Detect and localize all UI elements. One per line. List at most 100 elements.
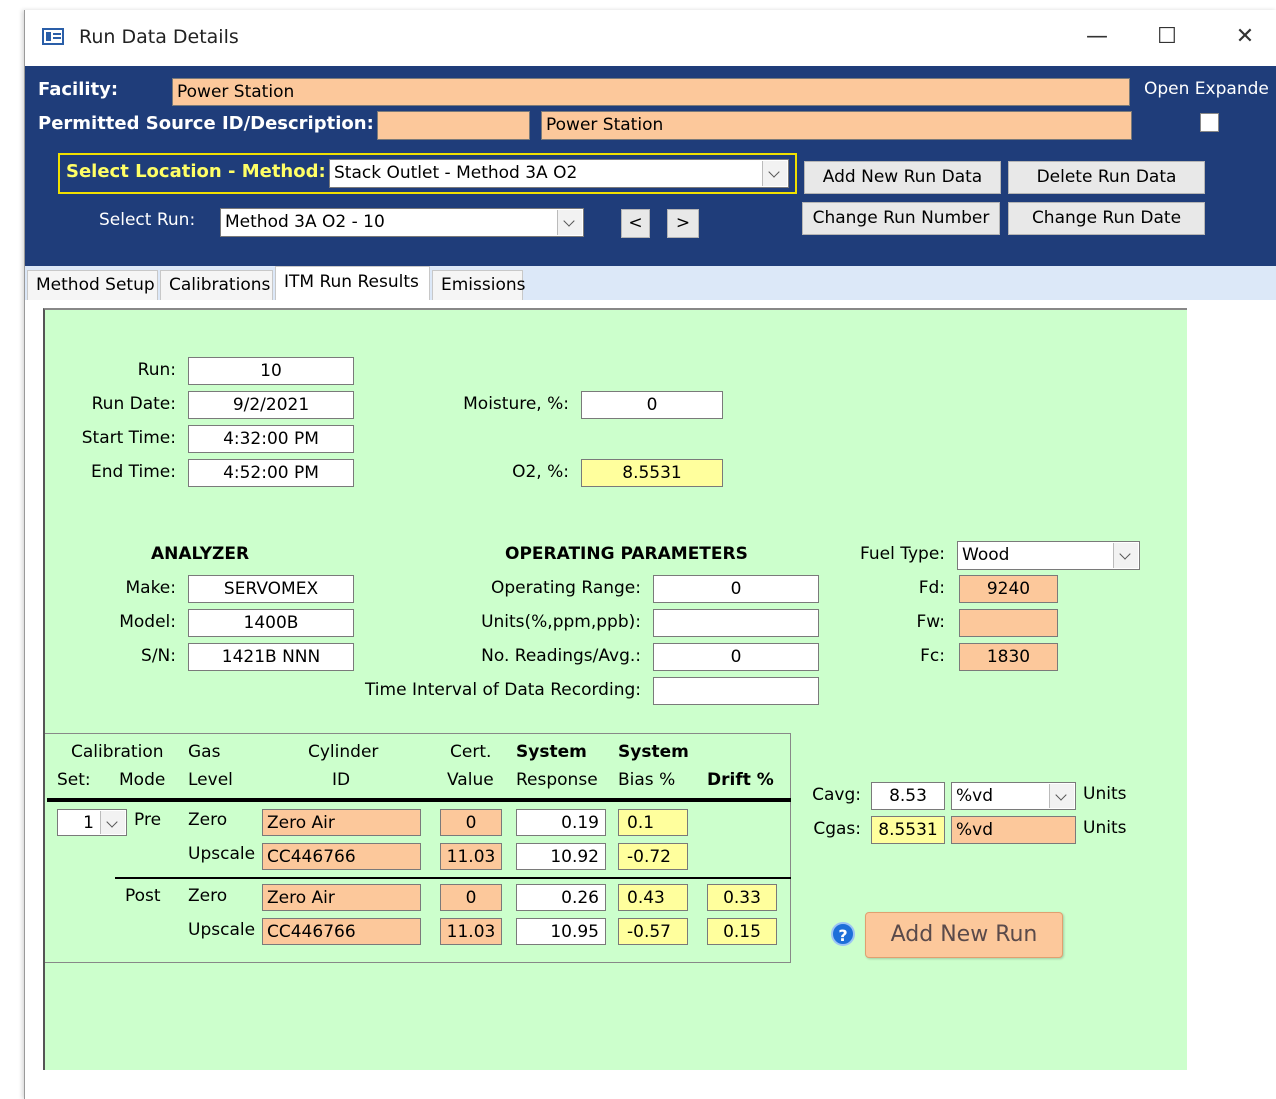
- pre-upscale-cylinder-field[interactable]: CC446766: [262, 843, 421, 870]
- end-time-field[interactable]: 4:52:00 PM: [188, 459, 354, 487]
- delete-run-data-button[interactable]: Delete Run Data: [1008, 161, 1205, 194]
- post-zero-cylinder-field[interactable]: Zero Air: [262, 884, 421, 911]
- post-zero-response-field[interactable]: 0.26: [516, 884, 606, 911]
- add-new-run-button[interactable]: Add New Run: [865, 912, 1063, 958]
- post-upscale-cylinder-field[interactable]: CC446766: [262, 918, 421, 945]
- make-label: Make:: [125, 578, 176, 598]
- run-date-label: Run Date:: [91, 394, 176, 414]
- post-upscale-drift-field[interactable]: 0.15: [707, 918, 777, 945]
- run-date-field[interactable]: 9/2/2021: [188, 391, 354, 419]
- bias-header-top: System: [618, 742, 689, 762]
- readings-per-avg-field[interactable]: 0: [653, 643, 819, 671]
- calibration-set-combo[interactable]: 1: [57, 809, 127, 836]
- post-zero-cert-field[interactable]: 0: [440, 884, 502, 911]
- fuel-type-combo[interactable]: Wood: [957, 541, 1140, 570]
- select-run-combo[interactable]: Method 3A O2 - 10: [220, 208, 584, 237]
- pre-zero-cylinder-field[interactable]: Zero Air: [262, 809, 421, 836]
- cavg-units-label: Units: [1083, 784, 1127, 804]
- select-location-value: Stack Outlet - Method 3A O2: [334, 163, 578, 183]
- tab-calibrations[interactable]: Calibrations: [160, 270, 273, 300]
- analyzer-heading: ANALYZER: [151, 544, 250, 564]
- operating-range-label: Operating Range:: [490, 578, 641, 598]
- time-interval-field[interactable]: [653, 677, 819, 705]
- run-data-details-window: Run Data Details — ☐ ✕ Facility: Power S…: [24, 10, 1276, 1099]
- pre-upscale-response-field[interactable]: 10.92: [516, 843, 606, 870]
- o2-field[interactable]: 8.5531: [581, 459, 723, 487]
- post-upscale-bias-field[interactable]: -0.57: [618, 918, 688, 945]
- pre-zero-cert-field[interactable]: 0: [440, 809, 502, 836]
- chevron-down-icon[interactable]: [1049, 784, 1074, 808]
- sn-label: S/N:: [141, 646, 176, 666]
- calibration-header-top: Calibration: [71, 742, 164, 762]
- cgas-units-label: Units: [1083, 818, 1127, 838]
- post-zero-bias-field[interactable]: 0.43: [618, 884, 688, 911]
- chevron-down-icon[interactable]: [557, 210, 582, 235]
- form-icon: [42, 28, 64, 45]
- add-new-run-data-button[interactable]: Add New Run Data: [804, 161, 1001, 194]
- fd-label: Fd:: [918, 578, 945, 598]
- make-field[interactable]: SERVOMEX: [188, 575, 354, 603]
- select-location-combo[interactable]: Stack Outlet - Method 3A O2: [329, 159, 789, 188]
- help-icon[interactable]: ?: [831, 922, 855, 946]
- model-field[interactable]: 1400B: [188, 609, 354, 637]
- cylinder-id-header: ID: [332, 770, 351, 790]
- cgas-field[interactable]: 8.5531: [871, 816, 945, 844]
- o2-label: O2, %:: [512, 462, 569, 482]
- operating-range-field[interactable]: 0: [653, 575, 819, 603]
- cert-value-header: Value: [447, 770, 494, 790]
- next-run-button[interactable]: >: [667, 209, 699, 238]
- units-field[interactable]: [653, 609, 819, 637]
- minimize-button[interactable]: —: [1077, 20, 1117, 54]
- change-run-date-button[interactable]: Change Run Date: [1008, 202, 1205, 235]
- sn-field[interactable]: 1421B NNN: [188, 643, 354, 671]
- chevron-down-icon[interactable]: [1113, 543, 1138, 568]
- units-label: Units(%,ppm,ppb):: [481, 612, 641, 632]
- model-label: Model:: [119, 612, 176, 632]
- cavg-label: Cavg:: [812, 785, 861, 805]
- calibration-set-value: 1: [83, 813, 94, 833]
- fw-field[interactable]: [959, 609, 1058, 637]
- chevron-down-icon[interactable]: [762, 161, 787, 186]
- post-upscale-level: Upscale: [188, 920, 256, 940]
- chevron-down-icon[interactable]: [100, 811, 125, 834]
- post-upscale-cert-field[interactable]: 11.03: [440, 918, 502, 945]
- mode-header: Mode: [119, 770, 166, 790]
- pre-upscale-level: Upscale: [188, 844, 256, 864]
- moisture-field[interactable]: 0: [581, 391, 723, 419]
- tab-method-setup[interactable]: Method Setup: [27, 270, 158, 300]
- fd-field[interactable]: 9240: [959, 575, 1058, 603]
- permitted-source-id-field[interactable]: [377, 111, 530, 140]
- previous-run-button[interactable]: <: [621, 209, 650, 238]
- pre-zero-response-field[interactable]: 0.19: [516, 809, 606, 836]
- cavg-units-value: %vd: [956, 786, 994, 806]
- pre-upscale-cert-field[interactable]: 11.03: [440, 843, 502, 870]
- close-button[interactable]: ✕: [1225, 20, 1265, 54]
- cavg-field[interactable]: 8.53: [871, 782, 945, 810]
- pre-zero-bias-field[interactable]: 0.1: [618, 809, 688, 836]
- post-upscale-response-field[interactable]: 10.95: [516, 918, 606, 945]
- run-field[interactable]: 10: [188, 357, 354, 385]
- gas-header-top: Gas: [188, 742, 221, 762]
- facility-field[interactable]: Power Station: [172, 78, 1130, 106]
- tab-strip: Method Setup Calibrations ITM Run Result…: [25, 266, 1276, 300]
- time-interval-label: Time Interval of Data Recording:: [364, 680, 641, 700]
- pre-upscale-bias-field[interactable]: -0.72: [618, 843, 688, 870]
- select-location-label: Select Location - Method:: [66, 161, 326, 182]
- run-label: Run:: [137, 360, 176, 380]
- cgas-units-field[interactable]: %vd: [951, 816, 1076, 844]
- start-time-field[interactable]: 4:32:00 PM: [188, 425, 354, 453]
- response-header-top: System: [516, 742, 587, 762]
- fc-field[interactable]: 1830: [959, 643, 1058, 671]
- post-zero-drift-field[interactable]: 0.33: [707, 884, 777, 911]
- start-time-label: Start Time:: [81, 428, 176, 448]
- fuel-type-value: Wood: [962, 545, 1010, 565]
- open-expanded-checkbox[interactable]: [1200, 113, 1219, 132]
- cavg-units-combo[interactable]: %vd: [951, 782, 1076, 810]
- fw-label: Fw:: [916, 612, 945, 632]
- maximize-button[interactable]: ☐: [1147, 20, 1187, 54]
- tab-emissions[interactable]: Emissions: [432, 270, 526, 300]
- permitted-source-description-field[interactable]: Power Station: [541, 111, 1132, 140]
- change-run-number-button[interactable]: Change Run Number: [802, 202, 1000, 235]
- tab-itm-run-results[interactable]: ITM Run Results: [275, 266, 430, 300]
- pre-zero-level: Zero: [188, 810, 228, 830]
